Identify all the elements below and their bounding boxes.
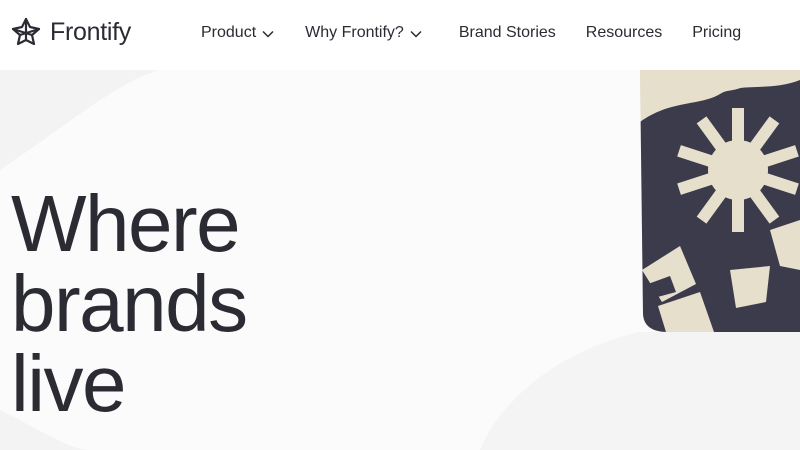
chevron-down-icon bbox=[262, 30, 274, 38]
hero-title-line: brands bbox=[11, 259, 248, 348]
nav-item-label: Pricing bbox=[692, 24, 742, 41]
brand-name: Frontify bbox=[50, 18, 131, 46]
nav-item-label: Why Frontify? bbox=[305, 24, 404, 41]
hero-title-line: Where bbox=[11, 179, 241, 268]
nav-item-label: Resources bbox=[585, 24, 663, 41]
nav-item-resources[interactable]: Resources bbox=[586, 24, 662, 42]
nav-item-why-frontify[interactable]: Why Frontify? bbox=[305, 24, 422, 42]
chevron-down-icon bbox=[410, 30, 422, 38]
site-header: Frontify Product Why Frontify? Brand Sto… bbox=[0, 0, 800, 70]
hero-title-line: live bbox=[11, 339, 127, 428]
nav-item-pricing[interactable]: Pricing bbox=[692, 24, 741, 42]
page: Frontify Product Why Frontify? Brand Sto… bbox=[0, 0, 800, 450]
logo-link[interactable]: Frontify bbox=[10, 16, 131, 48]
nav-item-label: Brand Stories bbox=[458, 24, 556, 41]
brand-pattern-illustration bbox=[640, 70, 800, 332]
nav-item-product[interactable]: Product bbox=[201, 24, 274, 42]
frontify-logo-icon bbox=[11, 17, 41, 46]
nav-item-brand-stories[interactable]: Brand Stories bbox=[459, 24, 556, 42]
hero-title: Where brands live bbox=[11, 179, 248, 428]
nav-item-label: Product bbox=[201, 24, 257, 41]
main-nav: Product Why Frontify? Brand Stories Reso… bbox=[201, 0, 741, 66]
